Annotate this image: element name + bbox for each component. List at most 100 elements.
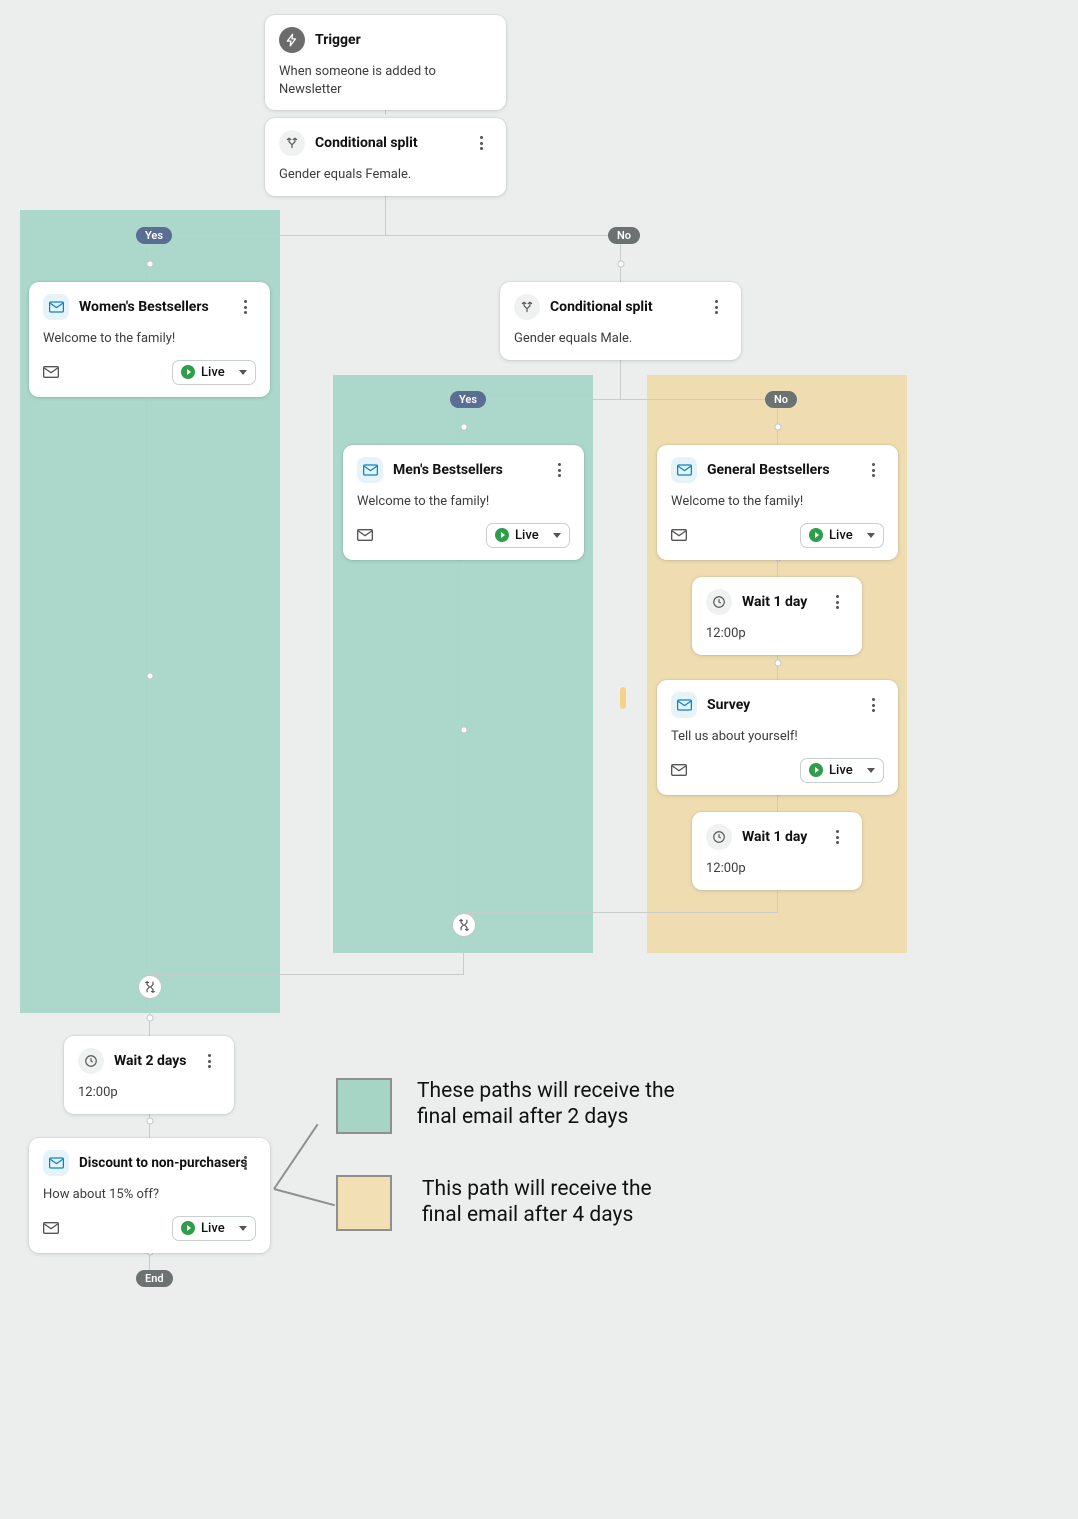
connector: [463, 912, 778, 913]
lightning-icon: [279, 27, 305, 53]
email-card-general[interactable]: General Bestsellers Welcome to the famil…: [657, 445, 898, 560]
conditional-split-card[interactable]: Conditional split Gender equals Male.: [500, 282, 741, 360]
mail-icon: [357, 457, 383, 483]
card-title: Men's Bestsellers: [393, 462, 503, 478]
email-card-discount[interactable]: Discount to non-purchasers How about 15%…: [29, 1138, 270, 1253]
clock-icon: [78, 1048, 104, 1074]
card-title: Survey: [707, 697, 750, 713]
email-card-men[interactable]: Men's Bestsellers Welcome to the family!…: [343, 445, 584, 560]
email-card-women[interactable]: Women's Bestsellers Welcome to the famil…: [29, 282, 270, 397]
more-button[interactable]: [826, 826, 848, 848]
connector: [463, 399, 778, 400]
status-label: Live: [201, 1221, 225, 1236]
more-button[interactable]: [862, 694, 884, 716]
mail-small-icon: [671, 761, 687, 780]
card-description: Welcome to the family!: [43, 330, 256, 348]
mail-small-icon: [43, 363, 59, 382]
card-description: Welcome to the family!: [671, 493, 884, 511]
status-label: Live: [515, 528, 539, 543]
card-time: 12:00p: [78, 1084, 220, 1102]
mail-icon: [43, 1150, 69, 1176]
card-title: Trigger: [315, 32, 361, 48]
status-label: Live: [829, 763, 853, 778]
highlight-divider: [620, 687, 626, 709]
card-description: Gender equals Male.: [514, 330, 727, 348]
more-button[interactable]: [470, 132, 492, 154]
email-card-survey[interactable]: Survey Tell us about yourself! Live: [657, 680, 898, 795]
branch-label-yes: Yes: [450, 391, 486, 408]
merge-node: [452, 913, 476, 937]
wait-card[interactable]: Wait 1 day 12:00p: [692, 577, 862, 655]
card-title: Conditional split: [550, 299, 653, 315]
more-button[interactable]: [198, 1050, 220, 1072]
branch-label-no: No: [765, 391, 797, 408]
branch-label-yes: Yes: [136, 227, 172, 244]
branch-label-no: No: [608, 227, 640, 244]
trigger-card[interactable]: Trigger When someone is added to Newslet…: [265, 15, 506, 110]
flow-add-node[interactable]: [146, 1118, 153, 1125]
card-title: Wait 1 day: [742, 829, 807, 845]
split-icon: [514, 294, 540, 320]
connector: [463, 937, 464, 974]
play-icon: [495, 528, 509, 542]
more-button[interactable]: [234, 296, 256, 318]
play-icon: [181, 1221, 195, 1235]
flow-add-node[interactable]: [774, 660, 781, 667]
flow-add-node[interactable]: [617, 261, 624, 268]
more-button[interactable]: [862, 459, 884, 481]
card-title: Wait 1 day: [742, 594, 807, 610]
mail-icon: [671, 692, 697, 718]
clock-icon: [706, 589, 732, 615]
chevron-down-icon: [553, 533, 561, 538]
card-title: Discount to non-purchasers: [79, 1155, 247, 1171]
more-button[interactable]: [234, 1152, 256, 1174]
status-label: Live: [829, 528, 853, 543]
flow-add-node[interactable]: [146, 673, 153, 680]
card-title: General Bestsellers: [707, 462, 830, 478]
card-title: Conditional split: [315, 135, 418, 151]
wait-card[interactable]: Wait 1 day 12:00p: [692, 812, 862, 890]
play-icon: [181, 365, 195, 379]
legend-swatch-green: [336, 1078, 392, 1134]
legend-connector: [273, 1124, 318, 1190]
legend-text-green: These paths will receive the final email…: [417, 1078, 677, 1131]
legend-swatch-yellow: [336, 1175, 392, 1231]
flow-add-node[interactable]: [774, 424, 781, 431]
legend-connector: [274, 1188, 335, 1206]
status-label: Live: [201, 365, 225, 380]
clock-icon: [706, 824, 732, 850]
flow-add-node[interactable]: [460, 727, 467, 734]
end-label: End: [136, 1270, 173, 1287]
card-description: How about 15% off?: [43, 1186, 256, 1204]
wait-card[interactable]: Wait 2 days 12:00p: [64, 1036, 234, 1114]
connector: [149, 974, 464, 975]
mail-small-icon: [43, 1219, 59, 1238]
card-title: Women's Bestsellers: [79, 299, 209, 315]
connector: [149, 235, 621, 236]
chevron-down-icon: [867, 533, 875, 538]
mail-small-icon: [357, 526, 373, 545]
flow-add-node[interactable]: [460, 424, 467, 431]
status-dropdown[interactable]: Live: [800, 523, 884, 548]
card-description: Gender equals Female.: [279, 166, 492, 184]
card-description: Tell us about yourself!: [671, 728, 884, 746]
card-description: When someone is added to Newsletter: [279, 63, 492, 98]
more-button[interactable]: [548, 459, 570, 481]
mail-small-icon: [671, 526, 687, 545]
more-button[interactable]: [705, 296, 727, 318]
play-icon: [809, 763, 823, 777]
flow-add-node[interactable]: [146, 261, 153, 268]
conditional-split-card[interactable]: Conditional split Gender equals Female.: [265, 118, 506, 196]
more-button[interactable]: [826, 591, 848, 613]
chevron-down-icon: [239, 1226, 247, 1231]
card-time: 12:00p: [706, 860, 848, 878]
status-dropdown[interactable]: Live: [800, 758, 884, 783]
status-dropdown[interactable]: Live: [172, 360, 256, 385]
card-title: Wait 2 days: [114, 1053, 186, 1069]
legend-text-yellow: This path will receive the final email a…: [422, 1176, 682, 1229]
status-dropdown[interactable]: Live: [172, 1216, 256, 1241]
flow-add-node[interactable]: [146, 1015, 153, 1022]
status-dropdown[interactable]: Live: [486, 523, 570, 548]
chevron-down-icon: [867, 768, 875, 773]
mail-icon: [43, 294, 69, 320]
